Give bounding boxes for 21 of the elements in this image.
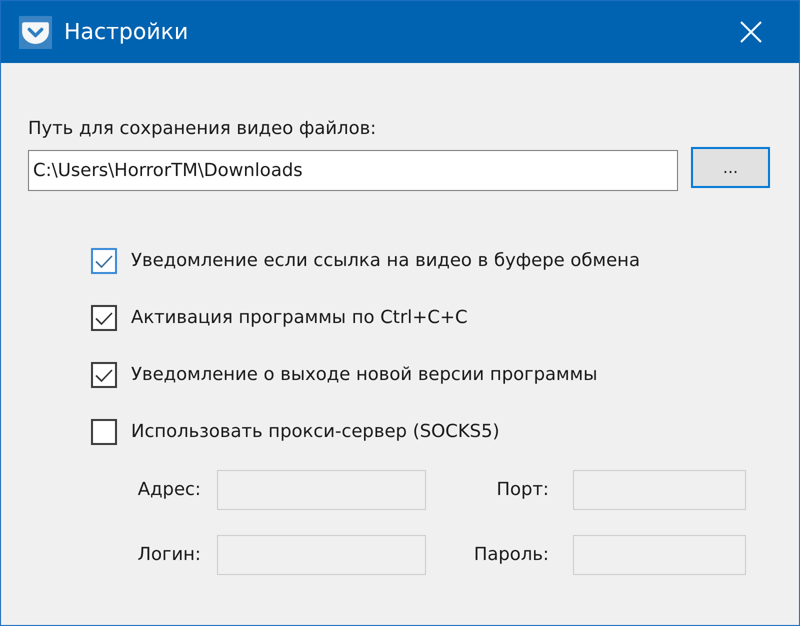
checkmark-icon [95, 368, 113, 382]
checkbox-label[interactable]: Активация программы по Ctrl+C+C [131, 306, 468, 330]
checkbox-label[interactable]: Уведомление если ссылка на видео в буфере обмена [131, 249, 640, 273]
browse-button[interactable]: ... [691, 147, 770, 188]
window-title: Настройки [64, 18, 188, 46]
checkmark-icon [95, 312, 113, 324]
checkbox-label[interactable]: Уведомление о выходе новой версии программы [131, 363, 598, 387]
field-label: Логин: [137, 543, 201, 567]
checkbox[interactable] [91, 305, 117, 331]
checkbox[interactable] [91, 419, 117, 445]
shield-icon [19, 16, 52, 48]
close-icon [740, 21, 762, 43]
checkbox[interactable] [91, 362, 117, 388]
path-field[interactable]: C:\Users\HorrorTM\Downloads [28, 150, 678, 191]
path-label: Путь для сохранения видео файлов: [28, 117, 376, 141]
field-label: Адрес: [138, 478, 201, 502]
checkmark-icon [95, 254, 113, 268]
field-label: Пароль: [474, 543, 549, 567]
checkbox[interactable] [91, 248, 117, 274]
checkbox-label[interactable]: Использовать прокси-сервер (SOCKS5) [131, 420, 500, 444]
field-label: Порт: [496, 478, 549, 502]
